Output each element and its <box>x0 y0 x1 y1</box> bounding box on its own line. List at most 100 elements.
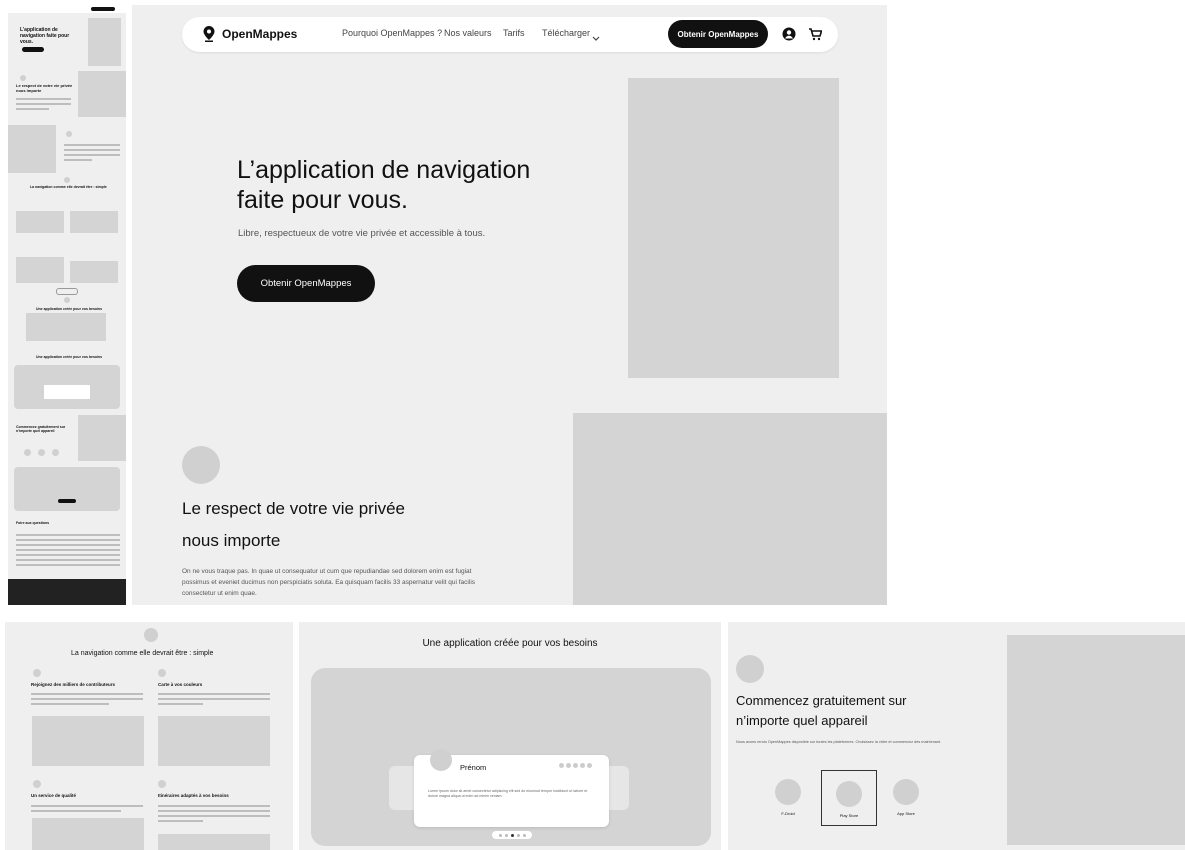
hero-title-line2: faite pour vous. <box>237 186 408 214</box>
get-started-icon <box>736 655 764 683</box>
store-playstore[interactable]: Play Store <box>821 770 877 826</box>
privacy-title-line2: nous importe <box>182 531 281 550</box>
overview-cta-block <box>14 467 120 511</box>
feature-icon <box>33 780 41 788</box>
privacy-body-line1: On ne vous traque pas. In quae ut conseq… <box>182 568 472 575</box>
overview-circle <box>64 297 70 303</box>
overview-image <box>26 313 106 341</box>
overview-privacy-title: Le respect de votre vie privée nous impo… <box>16 83 73 93</box>
overview-hero-title: L’application de navigation faite pour v… <box>20 27 70 45</box>
navbar: OpenMappes Pourquoi OpenMappes ? Nos val… <box>182 17 838 52</box>
privacy-image-placeholder <box>573 413 887 605</box>
page-overview-thumbnail: L’application de navigation faite pour v… <box>8 5 126 605</box>
nav-link-valeurs[interactable]: Nos valeurs <box>444 28 492 38</box>
feature-text-3 <box>31 802 143 815</box>
feature-text-2 <box>158 690 270 708</box>
feature-image-2 <box>158 716 270 766</box>
fdroid-icon <box>775 779 801 805</box>
store-appstore-label: App Store <box>897 811 915 816</box>
hero-subtitle: Libre, respectueux de votre vie privée e… <box>238 228 486 239</box>
overview-circle <box>24 449 31 456</box>
hero-image-placeholder <box>628 78 839 378</box>
privacy-body-line3: consectetur ut enim quae. <box>182 590 257 597</box>
needs-title: Une application créée pour vos besoins <box>422 638 598 649</box>
appstore-icon <box>893 779 919 805</box>
feature-icon <box>158 780 166 788</box>
get-started-title-line2: n’importe quel appareil <box>736 713 868 728</box>
feature-title-4: Itinéraires adaptés à vos besoins <box>158 793 229 798</box>
get-started-image-placeholder <box>1007 635 1185 845</box>
features-title: La navigation comme elle devrait être : … <box>71 650 214 657</box>
get-started-body: Nous avons rendu OpenMappes disponible s… <box>736 740 942 744</box>
store-playstore-label: Play Store <box>839 813 859 818</box>
store-fdroid-label: F-Droid <box>781 811 795 816</box>
nav-link-tarifs[interactable]: Tarifs <box>503 28 525 38</box>
overview-hero-image <box>88 18 121 66</box>
carousel-dots[interactable] <box>492 831 532 839</box>
overview-hero-cta <box>22 47 44 52</box>
overview-nav-cta <box>91 7 115 11</box>
overview-besoins-title-2: Une application créée pour vos besoins <box>36 355 103 359</box>
testimonial-avatar <box>430 749 452 771</box>
feature-image-3 <box>32 818 144 850</box>
testimonial-name: Prénom <box>460 763 487 772</box>
overview-feature-image <box>16 257 64 283</box>
get-started-section: Commencez gratuitement sur n’importe que… <box>728 622 1185 850</box>
feature-icon <box>33 669 41 677</box>
overview-image-2 <box>8 125 56 173</box>
feature-text-1 <box>31 690 143 708</box>
overview-button <box>56 288 78 295</box>
brand-name[interactable]: OpenMappes <box>222 27 297 41</box>
privacy-body-line2: possimus et eveniet ducimus non perspici… <box>182 579 476 586</box>
testimonial-text: Lorem ipsum dolor sit amet consectetur a… <box>428 789 588 798</box>
star-rating-icon <box>559 763 592 768</box>
get-started-title-line1: Commencez gratuitement sur <box>736 693 907 708</box>
overview-circle <box>52 449 59 456</box>
chevron-down-icon[interactable] <box>592 29 600 47</box>
playstore-icon <box>836 781 862 807</box>
overview-faq-lines <box>16 531 120 569</box>
overview-feature-image <box>70 211 118 233</box>
overview-feature-image <box>70 261 118 283</box>
overview-cta-button <box>58 499 76 503</box>
features-icon <box>144 628 158 642</box>
overview-faq-title: Foire aux questions <box>16 521 50 525</box>
feature-image-4 <box>158 834 270 850</box>
feature-icon <box>158 669 166 677</box>
privacy-title-line1: Le respect de votre vie privée <box>182 499 406 518</box>
privacy-icon <box>182 446 220 484</box>
hero-title-line1: L’application de navigation <box>237 156 531 184</box>
cart-icon[interactable] <box>808 27 823 46</box>
overview-circle <box>20 75 26 81</box>
features-section: La navigation comme elle devrait être : … <box>5 622 293 850</box>
store-fdroid[interactable]: F-Droid <box>770 775 808 829</box>
overview-features-title: La navigation comme elle devrait être : … <box>30 185 107 189</box>
overview-privacy-image <box>78 71 126 117</box>
overview-privacy-text <box>16 95 71 113</box>
overview-text-block <box>64 141 120 164</box>
main-page: OpenMappes Pourquoi OpenMappes ? Nos val… <box>132 5 887 605</box>
nav-cta-button[interactable]: Obtenir OpenMappes <box>668 20 768 48</box>
testimonial-card[interactable]: Prénom Lorem ipsum dolor sit amet consec… <box>414 749 609 827</box>
overview-testimonial-card <box>44 385 90 399</box>
overview-footer <box>8 579 126 605</box>
overview-circle <box>38 449 45 456</box>
feature-title-2: Carte à vos couleurs <box>158 682 203 687</box>
feature-title-1: Rejoignez des milliers de contributeurs <box>31 682 116 687</box>
feature-image-1 <box>32 716 144 766</box>
overview-besoins-title: Une application créée pour vos besoins <box>36 307 103 311</box>
overview-circle <box>66 131 72 137</box>
logo-icon[interactable] <box>202 25 216 48</box>
hero-cta-button[interactable]: Obtenir OpenMappes <box>237 265 375 302</box>
overview-image <box>78 415 126 461</box>
nav-link-telecharger[interactable]: Télécharger <box>542 28 590 38</box>
overview-feature-image <box>16 211 64 233</box>
needs-section: Une application créée pour vos besoins P… <box>299 622 721 850</box>
overview-circle <box>64 177 70 183</box>
nav-link-pourquoi[interactable]: Pourquoi OpenMappes ? <box>342 28 442 38</box>
store-appstore[interactable]: App Store <box>888 775 926 829</box>
feature-title-3: Un service de qualité <box>31 793 77 798</box>
feature-text-4 <box>158 802 270 825</box>
account-icon[interactable] <box>782 27 796 46</box>
overview-start-title: Commencez gratuitement sur n’importe que… <box>16 425 66 433</box>
